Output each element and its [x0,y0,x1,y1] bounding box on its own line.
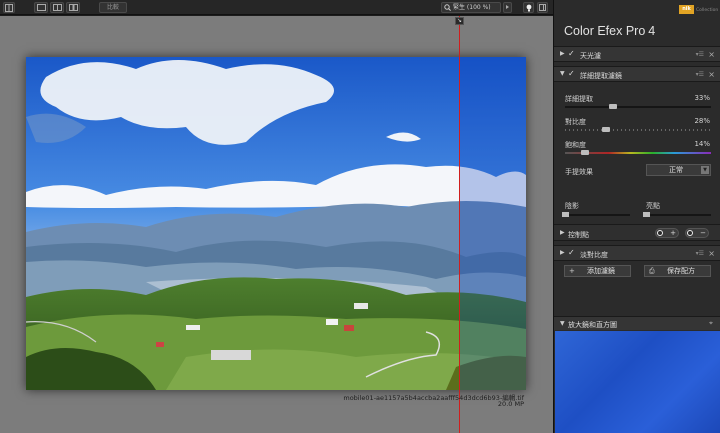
collapse-arrow-icon[interactable]: ▼ [560,70,565,77]
pin-icon[interactable]: ⌖ [709,319,713,328]
close-icon[interactable]: × [708,50,715,59]
filter-header-skylight[interactable]: ▶ ✓ 天光濾 ▾☰ × [554,46,720,62]
add-filter-button[interactable]: + 添加濾鏡 [564,265,631,277]
slider-thumb[interactable] [643,212,650,217]
single-view-button[interactable] [34,2,48,13]
method-select[interactable]: 正常 ▼ [646,164,711,176]
app-name: Color Efex Pro [564,24,646,38]
highlights-label: 亮點 [646,202,660,210]
app-title: Color Efex Pro 4 [564,24,655,38]
filter-panel: nik Collection Color Efex Pro 4 ▶ ✓ 天光濾 ▾… [553,0,720,433]
save-recipe-button[interactable]: ⎙ 保存配方 [644,265,711,277]
control-points-label: 控制點 [568,231,589,239]
compare-button[interactable]: 比較 [99,2,127,13]
control-point-icon [687,230,693,236]
zoom-dropdown-icon[interactable] [503,2,512,13]
slider-thumb[interactable] [562,212,569,217]
shadows-label: 陰影 [565,202,579,210]
plus-icon: + [670,229,676,237]
side-by-side-button[interactable] [66,2,80,13]
plus-icon: + [569,267,575,275]
slider-thumb[interactable] [581,150,590,155]
landscape-photo [26,57,526,390]
filter-name: 詳細提取濾鏡 [580,72,622,80]
slider-shadows[interactable] [562,212,630,217]
method-label: 手提效果 [565,168,593,176]
magnifier-icon [444,4,451,12]
zoom-select[interactable]: 緊生 (100 %) [441,2,501,13]
loupe-label: 放大鏡和直方圖 [568,321,617,329]
nik-logo: nik [679,5,694,14]
checkbox-icon[interactable]: ✓ [568,248,575,257]
slider-label-detail: 詳細提取 [565,95,593,103]
split-handle-icon[interactable]: ↘ [455,17,464,25]
slider-value-detail: 33% [694,94,710,102]
app-version: 4 [648,24,656,38]
slider-contrast[interactable] [565,127,711,132]
preview-canvas[interactable]: ↘ mobile01-ae1157a5b4accba2aafff54d3dcd6… [0,16,553,433]
slider-saturation[interactable] [565,150,711,155]
slider-label-saturation: 飽和度 [565,141,586,149]
filter-header-detail-extractor[interactable]: ▼ ✓ 詳細提取濾鏡 ▾☰ × [554,66,720,82]
expand-arrow-icon[interactable]: ▶ [560,229,565,236]
slider-thumb[interactable] [601,127,610,132]
minus-icon: − [700,229,706,237]
slider-label-contrast: 對比度 [565,118,586,126]
panel-toggle-icon[interactable] [537,2,548,13]
slider-detail[interactable] [565,104,711,109]
close-icon[interactable]: × [708,249,715,258]
control-point-icon [657,230,663,236]
filter-menu-icon[interactable]: ▾☰ [696,250,704,257]
top-toolbar: 比較 緊生 (100 %) [0,0,553,15]
preview-split-line[interactable] [459,16,460,433]
logo-subtitle: Collection [696,8,719,13]
slider-value-saturation: 14% [694,140,710,148]
collapse-arrow-icon[interactable]: ▼ [560,320,565,327]
filter-name: 淡對比度 [580,251,608,259]
file-size: 20.0 MP [497,400,524,408]
loupe-view[interactable] [555,331,720,433]
slider-highlights[interactable] [643,212,711,217]
checkbox-icon[interactable]: ✓ [568,69,575,78]
filter-header-tonal-contrast[interactable]: ▶ ✓ 淡對比度 ▾☰ × [554,245,720,261]
chevron-down-icon[interactable]: ▼ [701,166,709,174]
add-control-point-button[interactable]: + [655,228,679,238]
filter-menu-icon[interactable]: ▾☰ [696,71,704,78]
file-name: mobile01-ae1157a5b4accba2aafff54d3dcd6b9… [343,394,524,402]
layout-icon[interactable] [3,2,15,13]
expand-arrow-icon[interactable]: ▶ [560,50,565,57]
method-value: 正常 [669,166,683,174]
save-icon: ⎙ [649,267,655,275]
close-icon[interactable]: × [708,70,715,79]
slider-thumb[interactable] [609,104,618,109]
add-filter-label: 添加濾鏡 [587,267,615,275]
bulb-icon[interactable] [523,2,534,13]
checkbox-icon[interactable]: ✓ [568,49,575,58]
slider-value-contrast: 28% [694,117,710,125]
filter-menu-icon[interactable]: ▾☰ [696,51,704,58]
remove-control-point-button[interactable]: − [685,228,709,238]
control-points-row[interactable]: ▶ 控制點 + − [554,224,720,241]
loupe-header[interactable]: ▼ 放大鏡和直方圖 ⌖ [554,316,720,330]
expand-arrow-icon[interactable]: ▶ [560,249,565,256]
split-view-button[interactable] [50,2,64,13]
save-recipe-label: 保存配方 [667,267,695,275]
filter-name: 天光濾 [580,52,601,60]
zoom-label: 緊生 (100 %) [453,4,491,11]
